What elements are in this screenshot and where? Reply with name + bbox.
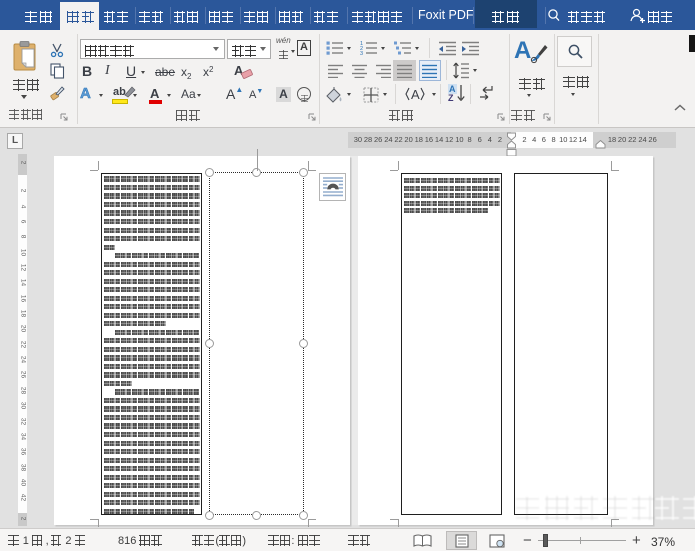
svg-text:3: 3	[360, 51, 363, 56]
svg-text:A: A	[411, 87, 420, 102]
